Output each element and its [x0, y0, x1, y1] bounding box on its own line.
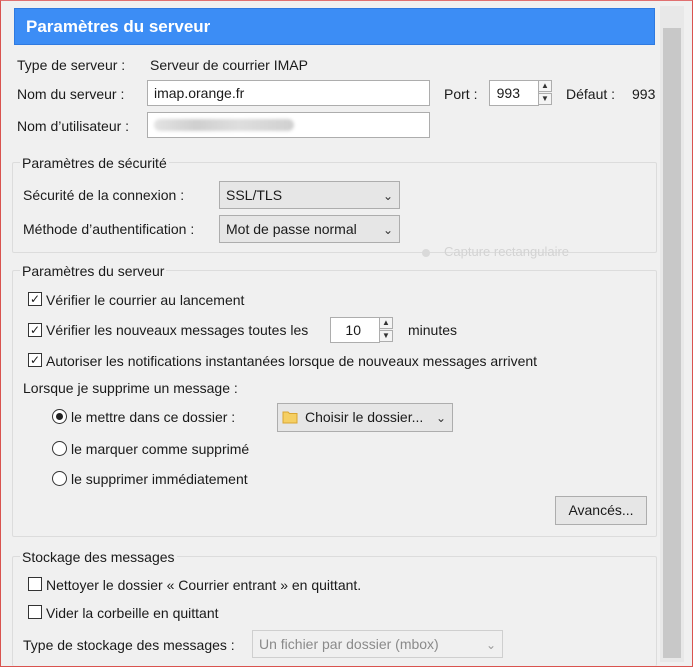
clean-inbox-label[interactable]: Nettoyer le dossier « Courrier entrant »…: [46, 577, 361, 593]
choose-folder-value: Choisir le dossier...: [305, 409, 424, 425]
username-redacted: [154, 119, 294, 131]
port-input[interactable]: 993: [489, 80, 539, 106]
push-notif-label[interactable]: Autoriser les notifications instantanées…: [46, 353, 537, 369]
delete-now-radio[interactable]: [52, 471, 67, 486]
connection-security-select[interactable]: SSL/TLS ⌄: [219, 181, 400, 209]
port-up-arrow-icon[interactable]: ▲: [538, 80, 552, 92]
chevron-down-icon: ⌄: [485, 638, 496, 652]
security-group-title: Paramètres de sécurité: [20, 155, 169, 171]
port-stepper[interactable]: ▲ ▼: [538, 80, 552, 106]
folder-icon: [282, 411, 298, 424]
interval-up-arrow-icon[interactable]: ▲: [379, 317, 393, 329]
vertical-scrollbar[interactable]: [660, 6, 684, 662]
push-notif-checkbox[interactable]: ✓: [28, 353, 42, 367]
ghost-dot-icon: [422, 248, 430, 257]
ghost-tooltip-text: Capture rectangulaire: [444, 244, 570, 259]
auth-method-value: Mot de passe normal: [226, 221, 357, 237]
auth-method-select[interactable]: Mot de passe normal ⌄: [219, 215, 400, 243]
username-label: Nom d’utilisateur :: [17, 118, 130, 134]
choose-folder-select[interactable]: Choisir le dossier... ⌄: [277, 403, 453, 432]
check-interval-value: 10: [345, 322, 361, 338]
chevron-down-icon: ⌄: [382, 223, 393, 237]
empty-trash-label[interactable]: Vider la corbeille en quittant: [46, 605, 219, 621]
radio-selected-dot: [56, 413, 63, 420]
mark-deleted-radio[interactable]: [52, 441, 67, 456]
check-interval-input[interactable]: 10: [330, 317, 380, 343]
section-header: Paramètres du serveur: [14, 8, 655, 45]
default-port-value: 993: [632, 86, 656, 102]
server-name-input[interactable]: imap.orange.fr: [147, 80, 430, 106]
chevron-down-icon: ⌄: [382, 189, 393, 203]
clean-inbox-checkbox[interactable]: [28, 577, 42, 591]
storage-type-select: Un fichier par dossier (mbox) ⌄: [252, 630, 503, 658]
section-header-title: Paramètres du serveur: [26, 17, 211, 36]
delete-now-label[interactable]: le supprimer immédiatement: [71, 471, 248, 487]
interval-down-arrow-icon[interactable]: ▼: [379, 330, 393, 342]
server-name-label: Nom du serveur :: [17, 86, 125, 102]
storage-type-value: Un fichier par dossier (mbox): [259, 636, 439, 652]
minutes-label: minutes: [408, 322, 458, 338]
move-to-folder-label[interactable]: le mettre dans ce dossier :: [71, 409, 235, 425]
server-name-value: imap.orange.fr: [154, 85, 245, 101]
move-to-folder-radio[interactable]: [52, 409, 67, 424]
port-value: 993: [496, 85, 520, 101]
server-type-value: Serveur de courrier IMAP: [150, 57, 308, 73]
server-settings-group-title: Paramètres du serveur: [20, 263, 167, 279]
on-delete-label: Lorsque je supprime un message :: [23, 380, 238, 396]
ghost-tooltip: Capture rectangulaire: [422, 244, 569, 259]
mark-deleted-label[interactable]: le marquer comme supprimé: [71, 441, 249, 457]
storage-type-label: Type de stockage des messages :: [23, 637, 235, 653]
empty-trash-checkbox[interactable]: [28, 605, 42, 619]
check-startup-label[interactable]: Vérifier le courrier au lancement: [46, 292, 244, 308]
connection-security-label: Sécurité de la connexion :: [23, 187, 185, 203]
scrollbar-thumb[interactable]: [663, 28, 681, 658]
chevron-down-icon: ⌄: [435, 411, 446, 425]
port-label: Port :: [444, 86, 478, 102]
advanced-button[interactable]: Avancés...: [555, 496, 647, 525]
port-down-arrow-icon[interactable]: ▼: [538, 93, 552, 105]
username-input[interactable]: [147, 112, 430, 138]
check-interval-stepper[interactable]: ▲ ▼: [379, 317, 393, 343]
server-type-label: Type de serveur :: [17, 57, 126, 73]
edge-mark: [0, 508, 4, 518]
check-every-label[interactable]: Vérifier les nouveaux messages toutes le…: [46, 322, 308, 338]
check-every-checkbox[interactable]: ✓: [28, 323, 42, 337]
check-startup-checkbox[interactable]: ✓: [28, 292, 42, 306]
default-port-label: Défaut :: [566, 86, 616, 102]
auth-method-label: Méthode d’authentification :: [23, 221, 195, 237]
storage-group-title: Stockage des messages: [20, 549, 177, 565]
connection-security-value: SSL/TLS: [226, 187, 283, 203]
